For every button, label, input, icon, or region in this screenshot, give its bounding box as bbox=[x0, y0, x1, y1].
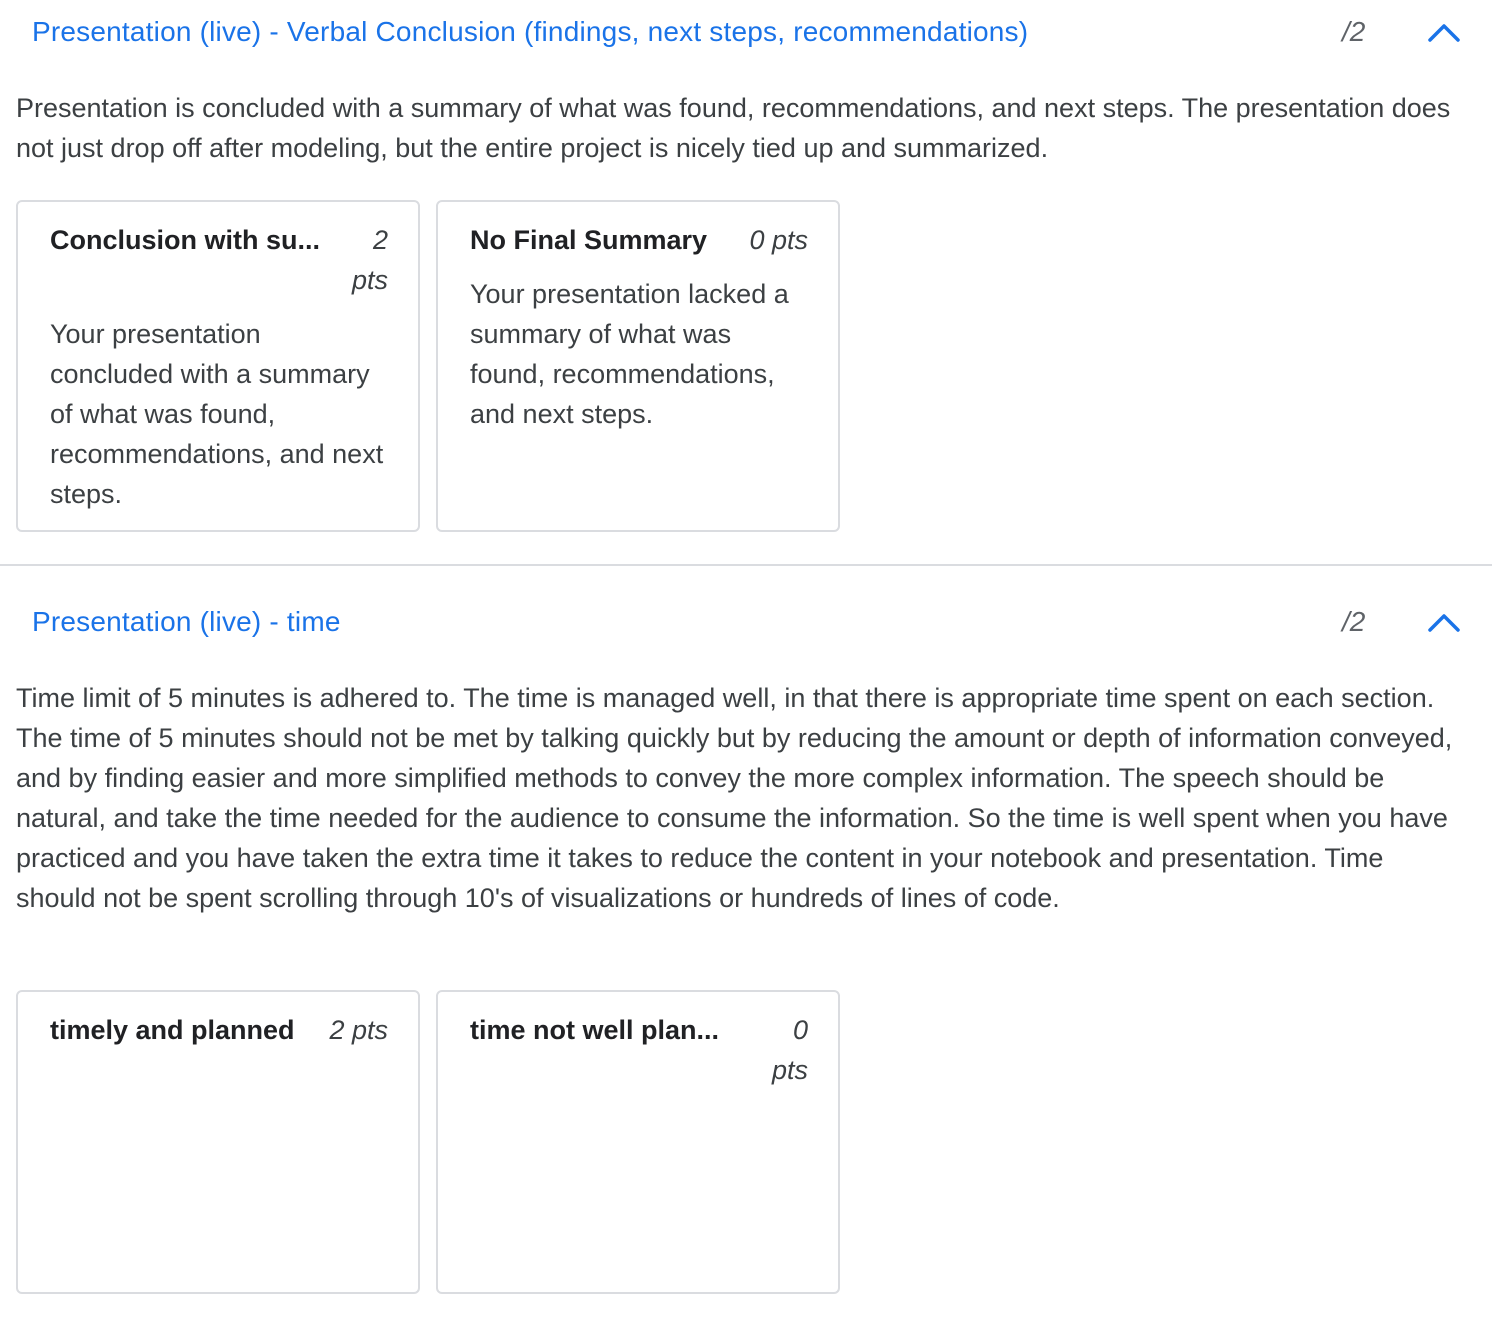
criterion-title: Presentation (live) - time bbox=[32, 606, 341, 637]
criterion-score: /2 bbox=[1342, 16, 1366, 47]
criterion-divider bbox=[0, 564, 1492, 566]
rating-description: Your presentation lacked a summary of wh… bbox=[470, 279, 789, 429]
rating-title: timely and planned bbox=[50, 1015, 295, 1045]
rubric-criterion-time: Presentation (live) - time /2 Time limit… bbox=[0, 590, 1492, 1320]
criterion-score: /2 bbox=[1342, 606, 1366, 637]
criterion-title: Presentation (live) - Verbal Conclusion … bbox=[32, 16, 1029, 47]
rating-points: 2 pts bbox=[329, 1015, 388, 1045]
criterion-description: Time limit of 5 minutes is adhered to. T… bbox=[16, 683, 1453, 913]
chevron-up-icon bbox=[1428, 24, 1460, 42]
rating-description: Your presentation concluded with a summa… bbox=[50, 319, 384, 509]
rating-points: 0 pts bbox=[771, 1015, 808, 1085]
rating-title: time not well plan... bbox=[470, 1015, 720, 1045]
rating-option-card[interactable]: No Final Summary 0 pts Your presentation… bbox=[436, 200, 840, 532]
rating-points: 2 pts bbox=[351, 225, 388, 295]
chevron-up-icon bbox=[1428, 614, 1460, 632]
criterion-header: Presentation (live) - Verbal Conclusion … bbox=[0, 0, 1492, 64]
rating-points: 0 pts bbox=[749, 225, 808, 255]
rating-title: Conclusion with su... bbox=[50, 225, 320, 255]
rating-option-card[interactable]: Conclusion with su... 2 pts Your present… bbox=[16, 200, 420, 532]
collapse-button[interactable] bbox=[1420, 602, 1468, 642]
rubric-criterion-verbal-conclusion: Presentation (live) - Verbal Conclusion … bbox=[0, 0, 1492, 565]
rating-title: No Final Summary bbox=[470, 225, 708, 255]
rating-option-card[interactable]: time not well plan... 0 pts bbox=[436, 990, 840, 1294]
collapse-button[interactable] bbox=[1420, 12, 1468, 52]
criterion-header: Presentation (live) - time /2 bbox=[0, 590, 1492, 654]
rating-option-card[interactable]: timely and planned 2 pts bbox=[16, 990, 420, 1294]
criterion-description: Presentation is concluded with a summary… bbox=[16, 93, 1451, 163]
